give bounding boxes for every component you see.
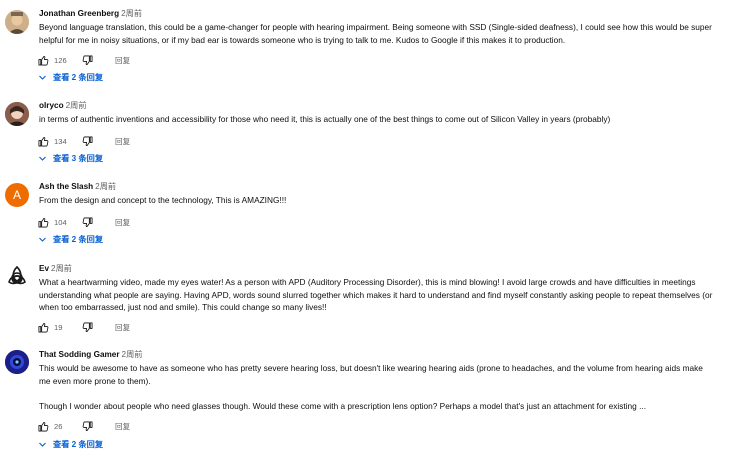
comment-time[interactable]: 2周前 [122,350,143,359]
thumb-down-icon[interactable] [82,322,93,333]
comment-toolbar: 134 回复 [38,134,130,148]
author-name[interactable]: olryco [39,101,64,110]
comment-text: This would be awesome to have as someone… [39,362,716,412]
view-replies-button[interactable]: 查看 2 条回复 [38,232,103,246]
comment-text: From the design and concept to the techn… [39,194,716,207]
like-count: 134 [54,136,67,146]
avatar-letter: A [12,188,21,202]
comment-header: Ev 2周前 [39,263,716,275]
reply-button[interactable]: 回复 [115,421,130,432]
chevron-down-icon [38,73,47,82]
avatar-photo-icon [5,10,29,34]
triquetra-icon [8,265,26,285]
comment-time[interactable]: 2周前 [66,101,87,110]
comment-toolbar: 104 回复 [38,215,130,229]
thumb-up-icon[interactable] [38,217,49,228]
thumb-up-icon[interactable] [38,55,49,66]
avatar[interactable] [5,350,29,374]
thumb-up-icon[interactable] [38,136,49,147]
view-replies-button[interactable]: 查看 3 条回复 [38,151,103,165]
comment-paragraph: in terms of authentic inventions and acc… [39,114,611,124]
author-name[interactable]: Ev [39,264,49,273]
chevron-down-icon [38,154,47,163]
comment-paragraph: What a heartwarming video, made my eyes … [39,277,713,312]
comment-toolbar: 19 回复 [38,320,130,334]
like-count: 104 [54,217,67,227]
comment-text: in terms of authentic inventions and acc… [39,113,716,126]
comment-paragraph: Beyond language translation, this could … [39,22,712,45]
comment-text: What a heartwarming video, made my eyes … [39,276,716,314]
reply-button[interactable]: 回复 [115,217,130,228]
comment-toolbar: 126 回复 [38,53,130,67]
view-replies-label: 查看 2 条回复 [53,440,104,449]
avatar-photo-icon [5,102,29,126]
thumb-down-icon[interactable] [82,421,93,432]
view-replies-label: 查看 2 条回复 [53,73,104,82]
like-count: 19 [54,322,63,332]
view-replies-button[interactable]: 查看 2 条回复 [38,437,103,451]
comment-toolbar: 26 回复 [38,419,130,433]
author-name[interactable]: Jonathan Greenberg [39,9,119,18]
thumb-up-icon[interactable] [38,421,49,432]
comment-header: Ash the Slash 2周前 [39,181,716,193]
author-name[interactable]: That Sodding Gamer [39,350,120,359]
comment-paragraph: This would be awesome to have as someone… [39,363,703,386]
reply-button[interactable]: 回复 [115,322,130,333]
comment-header: olryco 2周前 [39,100,716,112]
view-replies-button[interactable]: 查看 2 条回复 [38,70,103,84]
like-count: 126 [54,55,67,65]
view-replies-label: 查看 2 条回复 [53,235,104,244]
avatar[interactable] [5,264,29,288]
view-replies-label: 查看 3 条回复 [53,154,104,163]
comment-paragraph: Though I wonder about people who need gl… [39,400,647,411]
comment-paragraph: From the design and concept to the techn… [39,195,287,205]
thumb-up-icon[interactable] [38,322,49,333]
reply-button[interactable]: 回复 [115,55,130,66]
reply-button[interactable]: 回复 [115,136,130,147]
thumb-down-icon[interactable] [82,55,93,66]
thumb-down-icon[interactable] [82,217,93,228]
comment-header: That Sodding Gamer 2周前 [39,349,716,361]
chevron-down-icon [38,235,47,244]
avatar[interactable] [5,10,29,34]
avatar-game-icon [5,350,29,374]
author-name[interactable]: Ash the Slash [39,182,93,191]
chevron-down-icon [38,440,47,449]
comment-text: Beyond language translation, this could … [39,21,716,46]
comment-time[interactable]: 2周前 [95,182,116,191]
comment-time[interactable]: 2周前 [51,264,72,273]
avatar[interactable]: A [5,183,29,207]
comment-header: Jonathan Greenberg 2周前 [39,8,716,20]
thumb-down-icon[interactable] [82,136,93,147]
like-count: 26 [54,421,63,431]
comment-time[interactable]: 2周前 [121,9,142,18]
avatar[interactable] [5,102,29,126]
